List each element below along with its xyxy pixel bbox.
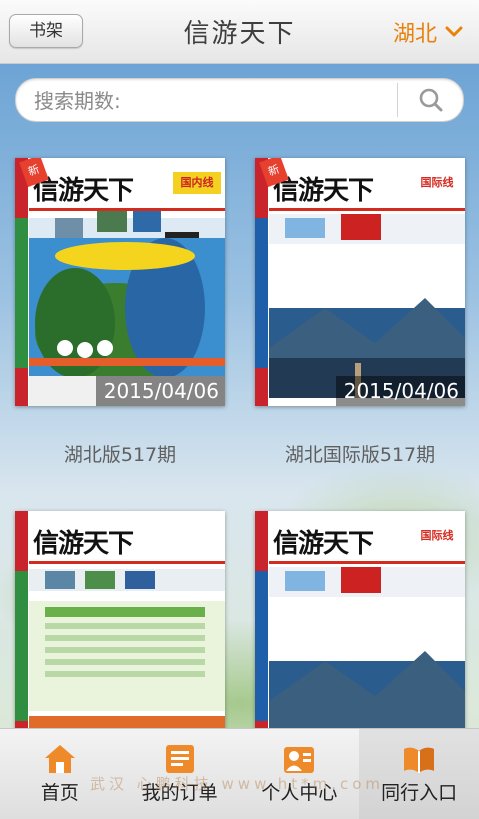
profile-icon bbox=[284, 747, 315, 773]
magazine-card[interactable]: 信游天下 国际线 新 2015/04/06 bbox=[255, 158, 465, 406]
cover-tag: 国际线 bbox=[413, 172, 461, 194]
cover-rule bbox=[29, 561, 225, 564]
tab-label: 个人中心 bbox=[261, 782, 338, 804]
tab-orders[interactable]: 我的订单 bbox=[120, 729, 240, 819]
cover-brand: 信游天下 bbox=[33, 176, 134, 206]
cover-rule bbox=[29, 208, 225, 211]
issue-caption[interactable]: 湖北版517期 bbox=[5, 440, 235, 467]
cover-tag: 国际线 bbox=[413, 525, 461, 547]
tab-home[interactable]: 首页 bbox=[0, 729, 120, 819]
cover-side-stripe-blue bbox=[255, 218, 268, 368]
orders-icon bbox=[165, 745, 194, 773]
app-window: 书架 信游天下 湖北 搜索期数: 信游天下 国内线 新 2015/04/06 湖… bbox=[0, 0, 479, 819]
header-bar: 书架 信游天下 湖北 bbox=[0, 0, 479, 64]
search-icon bbox=[419, 88, 442, 112]
issue-caption[interactable]: 湖北国际版517期 bbox=[245, 440, 475, 467]
tab-partner-entry[interactable]: 同行入口 bbox=[359, 729, 479, 819]
cover-tag: 国内线 bbox=[173, 172, 221, 194]
cover-side-stripe-blue bbox=[255, 571, 268, 721]
search-input[interactable] bbox=[32, 79, 396, 123]
cover-brand: 信游天下 bbox=[273, 529, 374, 559]
search-button[interactable] bbox=[398, 79, 463, 121]
magazine-cover: 信游天下 国内线 新 2015/04/06 bbox=[15, 158, 225, 406]
cover-rule bbox=[269, 208, 465, 211]
tab-label: 首页 bbox=[40, 782, 79, 804]
tab-profile[interactable]: 个人中心 bbox=[240, 729, 360, 819]
search-bar bbox=[15, 78, 464, 123]
tab-label: 我的订单 bbox=[141, 782, 218, 804]
cover-side-stripe-green bbox=[15, 218, 28, 368]
tab-label: 同行入口 bbox=[381, 782, 458, 804]
magazine-card[interactable]: 信游天下 国际线 bbox=[255, 511, 465, 741]
home-icon bbox=[44, 745, 75, 773]
magazine-card[interactable]: 信游天下 bbox=[15, 511, 225, 741]
cover-rule bbox=[269, 561, 465, 564]
magazine-list[interactable]: 信游天下 国内线 新 2015/04/06 湖北版517期 bbox=[0, 64, 479, 741]
bottom-tab-bar: 首页 我的订单 个人中心 同行入口 武汉 心鹏科技 www.ht*m.com bbox=[0, 728, 479, 819]
cover-brand: 信游天下 bbox=[33, 529, 134, 559]
issue-date: 2015/04/06 bbox=[95, 376, 225, 406]
chevron-down-icon bbox=[445, 26, 463, 37]
issue-date: 2015/04/06 bbox=[335, 376, 465, 406]
magazine-cover: 信游天下 bbox=[15, 511, 225, 741]
magazine-card[interactable]: 信游天下 国内线 新 2015/04/06 bbox=[15, 158, 225, 406]
book-icon bbox=[404, 747, 435, 773]
cover-side-stripe-green bbox=[15, 571, 28, 721]
magazine-cover: 信游天下 国际线 新 2015/04/06 bbox=[255, 158, 465, 406]
magazine-cover: 信游天下 国际线 bbox=[255, 511, 465, 741]
region-label: 湖北 bbox=[392, 22, 437, 47]
region-selector[interactable]: 湖北 bbox=[393, 17, 463, 47]
cover-brand: 信游天下 bbox=[273, 176, 374, 206]
